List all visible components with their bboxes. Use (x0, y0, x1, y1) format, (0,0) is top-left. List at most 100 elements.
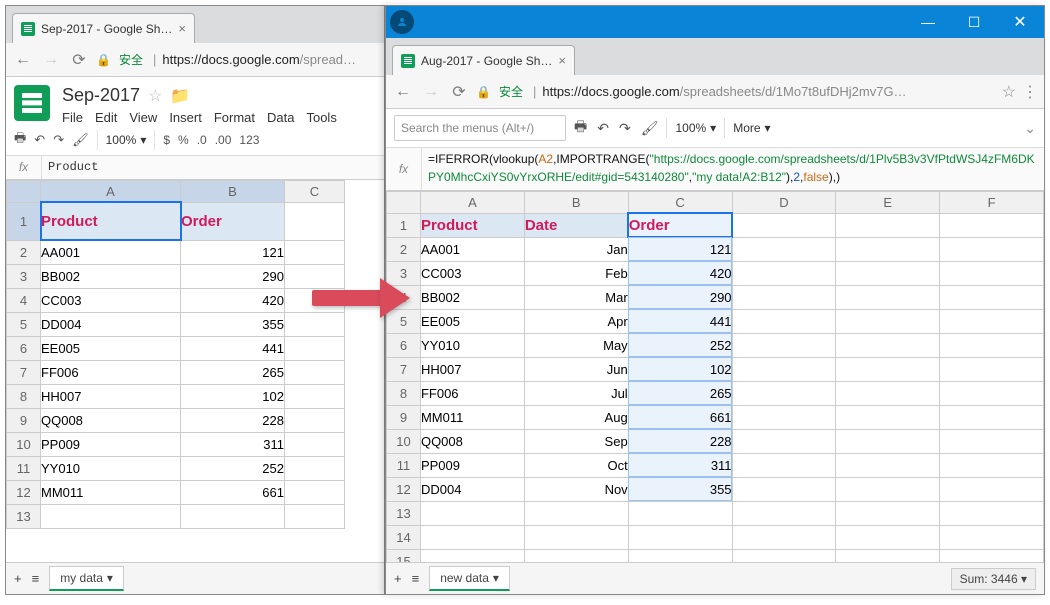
redo-icon[interactable]: ↷ (53, 132, 64, 148)
cell[interactable] (836, 405, 940, 429)
cell[interactable]: EE005 (420, 309, 524, 333)
row-header[interactable]: 1 (387, 213, 421, 237)
cell[interactable]: AA001 (420, 237, 524, 261)
cell[interactable] (940, 549, 1044, 562)
maximize-button[interactable]: ☐ (954, 10, 994, 34)
cell[interactable] (836, 333, 940, 357)
cell[interactable]: DD004 (41, 312, 181, 336)
row-header[interactable]: 4 (7, 288, 41, 312)
cell[interactable]: 252 (181, 456, 285, 480)
sheet-tab[interactable]: my data▾ (49, 566, 124, 591)
cell-A1[interactable]: Product (41, 202, 181, 240)
spreadsheet-grid[interactable]: ABCDEF1ProductDateOrder2AA001Jan1213CC00… (386, 191, 1044, 562)
grid-area[interactable]: ABCDEF1ProductDateOrder2AA001Jan1213CC00… (386, 191, 1044, 562)
cell[interactable]: May (524, 333, 628, 357)
row-header[interactable]: 10 (7, 432, 41, 456)
all-sheets-icon[interactable]: ≡ (32, 571, 40, 586)
cell[interactable] (836, 309, 940, 333)
row-header[interactable]: 9 (7, 408, 41, 432)
cell[interactable] (524, 501, 628, 525)
cell[interactable]: 228 (181, 408, 285, 432)
cell[interactable]: QQ008 (41, 408, 181, 432)
cell[interactable] (285, 384, 345, 408)
cell[interactable]: 420 (181, 288, 285, 312)
reload-icon[interactable]: ⟳ (68, 50, 90, 70)
menu-file[interactable]: File (62, 110, 83, 125)
all-sheets-icon[interactable]: ≡ (412, 571, 420, 586)
cell[interactable] (732, 549, 836, 562)
cell[interactable]: AA001 (41, 240, 181, 264)
cell[interactable] (940, 405, 1044, 429)
add-sheet-icon[interactable]: + (14, 571, 22, 586)
forward-icon[interactable]: → (420, 83, 442, 101)
cell[interactable]: Jul (524, 381, 628, 405)
menu-insert[interactable]: Insert (169, 110, 202, 125)
format-button[interactable]: $ (163, 133, 170, 147)
more-menu[interactable]: More▾ (733, 121, 770, 135)
column-header-D[interactable]: D (732, 191, 836, 213)
menu-data[interactable]: Data (267, 110, 294, 125)
cell[interactable] (940, 429, 1044, 453)
cell[interactable] (836, 357, 940, 381)
row-header[interactable]: 12 (387, 477, 421, 501)
add-sheet-icon[interactable]: + (394, 571, 402, 586)
browser-tab[interactable]: Sep-2017 - Google Sh… × (12, 13, 195, 43)
user-avatar-icon[interactable] (390, 10, 414, 34)
sheets-logo-icon[interactable] (14, 85, 50, 121)
column-header-E[interactable]: E (836, 191, 940, 213)
cell[interactable] (285, 504, 345, 528)
column-header-B[interactable]: B (181, 180, 285, 202)
cell[interactable]: PP009 (41, 432, 181, 456)
cell[interactable]: 441 (628, 309, 732, 333)
cell[interactable]: Aug (524, 405, 628, 429)
row-header[interactable]: 12 (7, 480, 41, 504)
row-header[interactable]: 14 (387, 525, 421, 549)
cell[interactable]: YY010 (41, 456, 181, 480)
fx-content[interactable]: =IFERROR(vlookup(A2,IMPORTRANGE("https:/… (422, 148, 1044, 190)
cell[interactable] (524, 525, 628, 549)
paint-format-icon[interactable]: 🖌 (641, 120, 659, 137)
cell-C1[interactable] (285, 202, 345, 240)
cell[interactable] (285, 264, 345, 288)
cell[interactable]: 121 (181, 240, 285, 264)
column-header-A[interactable]: A (41, 180, 181, 202)
star-icon[interactable]: ☆ (148, 86, 162, 106)
cell-A1[interactable]: Product (420, 213, 524, 237)
cell[interactable]: Feb (524, 261, 628, 285)
row-header[interactable]: 11 (387, 453, 421, 477)
cell[interactable]: 102 (628, 357, 732, 381)
cell[interactable] (940, 453, 1044, 477)
cell[interactable] (524, 549, 628, 562)
cell[interactable] (732, 429, 836, 453)
cell[interactable] (628, 525, 732, 549)
sum-display[interactable]: Sum: 3446 ▾ (951, 568, 1036, 590)
folder-icon[interactable]: 📁 (170, 86, 190, 106)
row-header[interactable]: 2 (387, 237, 421, 261)
row-header[interactable]: 6 (387, 333, 421, 357)
cell[interactable] (732, 381, 836, 405)
cell[interactable]: 121 (628, 237, 732, 261)
sheet-tab[interactable]: new data▾ (429, 566, 510, 591)
row-header[interactable]: 7 (387, 357, 421, 381)
cell[interactable]: 290 (181, 264, 285, 288)
cell[interactable]: 265 (181, 360, 285, 384)
cell[interactable]: MM011 (41, 480, 181, 504)
cell[interactable] (940, 357, 1044, 381)
cell[interactable] (836, 237, 940, 261)
row-header[interactable]: 5 (7, 312, 41, 336)
close-tab-icon[interactable]: × (558, 53, 566, 68)
cell[interactable] (732, 285, 836, 309)
cell[interactable] (732, 453, 836, 477)
row-header[interactable]: 8 (387, 381, 421, 405)
cell[interactable] (732, 477, 836, 501)
cell-B1[interactable]: Order (181, 202, 285, 240)
menu-view[interactable]: View (129, 110, 157, 125)
cell[interactable]: Jun (524, 357, 628, 381)
cell[interactable]: 441 (181, 336, 285, 360)
cell[interactable] (836, 525, 940, 549)
cell[interactable] (836, 261, 940, 285)
cell[interactable] (628, 501, 732, 525)
menu-tools[interactable]: Tools (306, 110, 336, 125)
row-header[interactable]: 15 (387, 549, 421, 562)
browser-tab[interactable]: Aug-2017 - Google Sh… × (392, 45, 575, 75)
